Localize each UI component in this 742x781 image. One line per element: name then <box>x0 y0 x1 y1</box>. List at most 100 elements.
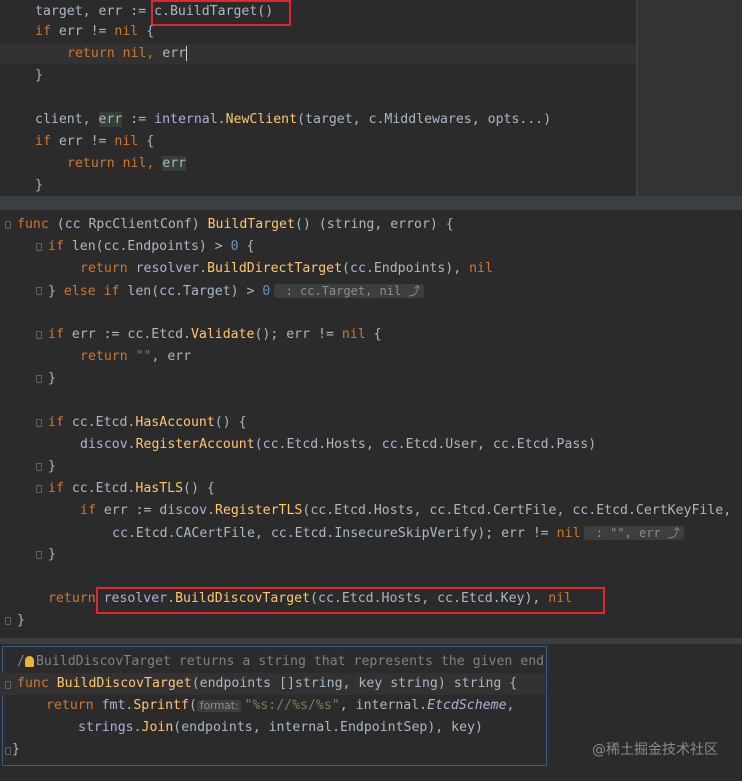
fold-icon[interactable] <box>36 375 42 383</box>
function-name: Join <box>141 720 174 735</box>
code-line[interactable]: return fmt. Sprintf(format: "%s://%s/%s", … <box>46 696 514 716</box>
keyword: return <box>67 46 115 61</box>
package-name: fmt <box>93 698 126 713</box>
code-line[interactable]: return nil, err <box>67 44 188 64</box>
code-text: , err <box>151 349 192 364</box>
keyword: return <box>67 156 115 171</box>
keyword: nil, <box>114 156 163 171</box>
code-line[interactable]: if cc.Etcd.HasTLS() { <box>48 479 215 499</box>
code-text: } <box>35 178 43 193</box>
code-line[interactable]: func (cc RpcClientConf) BuildTarget() (s… <box>17 215 454 235</box>
code-line[interactable]: return resolver.BuildDirectTarget(cc.End… <box>80 259 493 279</box>
code-line[interactable]: } else if len(cc.Target) > 0 : cc.Target… <box>48 281 425 301</box>
highlighted-identifier: err <box>98 112 123 127</box>
code-line[interactable]: discov.RegisterAccount(cc.Etcd.Hosts, cc… <box>80 435 596 455</box>
code-line[interactable]: if cc.Etcd.HasAccount() { <box>48 413 247 433</box>
fold-icon[interactable] <box>36 243 42 251</box>
receiver: cc <box>71 415 88 430</box>
function-name: HasAccount <box>135 415 215 430</box>
code-text: } <box>48 371 56 386</box>
package-name: resolver <box>127 261 200 276</box>
keyword: if <box>35 24 51 39</box>
fold-icon[interactable] <box>5 747 11 755</box>
code-text: err != <box>50 24 115 39</box>
code-line[interactable]: } <box>48 457 56 477</box>
code-line[interactable]: if err := discov.RegisterTLS(cc.Etcd.Hos… <box>80 501 731 521</box>
code-text: .Etcd. <box>87 481 136 496</box>
code-line[interactable]: if err := cc.Etcd.Validate(); err != nil… <box>48 325 382 345</box>
keyword: if <box>48 481 64 496</box>
code-text: .Etcd. <box>143 327 191 342</box>
code-text: .Etcd.CACertFile, <box>127 526 271 541</box>
code-text: .Etcd.CertFile, <box>445 503 573 518</box>
keyword: nil <box>556 526 581 541</box>
code-line[interactable]: return nil, err <box>67 154 187 174</box>
code-text: , <box>506 698 515 713</box>
keyword: return <box>46 698 94 713</box>
highlight-box-build-target <box>151 0 291 26</box>
keyword: else if <box>63 284 120 299</box>
editor-pane-definition[interactable]: func (cc RpcClientConf) BuildTarget() (s… <box>0 210 742 638</box>
receiver: cc <box>103 239 120 254</box>
code-text: } <box>35 68 43 83</box>
fold-icon[interactable] <box>5 617 11 625</box>
fold-icon[interactable] <box>36 485 42 493</box>
code-text: (); err != <box>254 327 342 342</box>
code-text: { <box>138 134 155 149</box>
code-line[interactable]: func BuildDiscovTarget(endpoints []strin… <box>17 674 517 694</box>
package-name: discov <box>159 503 208 518</box>
keyword: func <box>17 676 49 691</box>
folded-code-hint[interactable]: : "", err ⤴ <box>584 526 684 540</box>
fold-icon[interactable] <box>5 221 11 229</box>
function-name: Sprintf <box>133 698 189 713</box>
code-text: . <box>217 112 226 127</box>
editor-pane-caller[interactable]: target, err := c.BuildTarget() if err !=… <box>0 0 636 196</box>
code-line[interactable]: } <box>17 611 25 631</box>
code-line[interactable]: strings.Join(endpoints, internal.Endpoin… <box>78 718 483 738</box>
code-text: .Etcd.Hosts, <box>326 503 430 518</box>
code-line[interactable]: cc.Etcd.CACertFile, cc.Etcd.InsecureSkip… <box>112 523 684 543</box>
fold-icon[interactable] <box>36 287 42 295</box>
fold-icon[interactable] <box>36 551 42 559</box>
fold-icon[interactable] <box>5 681 11 689</box>
package-name: internal <box>154 112 218 127</box>
code-text: . <box>207 503 216 518</box>
code-line[interactable]: } <box>35 66 43 86</box>
code-text: } <box>12 742 20 757</box>
code-line[interactable]: if len(cc.Endpoints) > 0 { <box>48 237 254 257</box>
code-text: len( <box>63 239 104 254</box>
code-text: { <box>365 327 382 342</box>
lightbulb-icon[interactable] <box>24 655 34 667</box>
folded-code-hint[interactable]: : cc.Target, nil ⤴ <box>274 284 425 298</box>
code-text: ) <box>191 217 208 232</box>
receiver: cc <box>572 503 589 518</box>
code-text: . <box>419 698 428 713</box>
code-line[interactable]: client, err := internal.NewClient(target… <box>35 110 551 130</box>
window-separator <box>0 196 742 210</box>
code-text: , internal <box>339 698 420 713</box>
string-literal: "%s://%s/%s" <box>244 698 340 713</box>
function-name: BuildDiscovTarget <box>56 676 192 691</box>
code-text: .Etcd.Pass) <box>508 437 597 452</box>
code-line[interactable]: } <box>12 740 20 760</box>
fold-icon[interactable] <box>36 463 42 471</box>
code-line[interactable]: if err != nil { <box>35 132 154 152</box>
editor-pane-helper[interactable]: / BuildDiscovTarget returns a string that… <box>0 644 742 781</box>
number: 0 <box>262 284 271 299</box>
keyword: if <box>48 239 64 254</box>
fold-icon[interactable] <box>36 419 42 427</box>
code-line[interactable]: if err != nil { <box>35 22 154 42</box>
keyword: func <box>17 217 49 232</box>
code-line[interactable]: } <box>48 545 56 565</box>
comment-text: BuildDiscovTarget returns a string that … <box>35 654 545 669</box>
code-line[interactable]: } <box>35 176 43 196</box>
code-line[interactable]: return "", err <box>80 347 191 367</box>
receiver: cc <box>350 261 366 276</box>
code-text: . <box>133 720 142 735</box>
code-line[interactable]: } <box>48 369 56 389</box>
fold-icon[interactable] <box>36 331 42 339</box>
string-literal: "" <box>135 349 152 364</box>
